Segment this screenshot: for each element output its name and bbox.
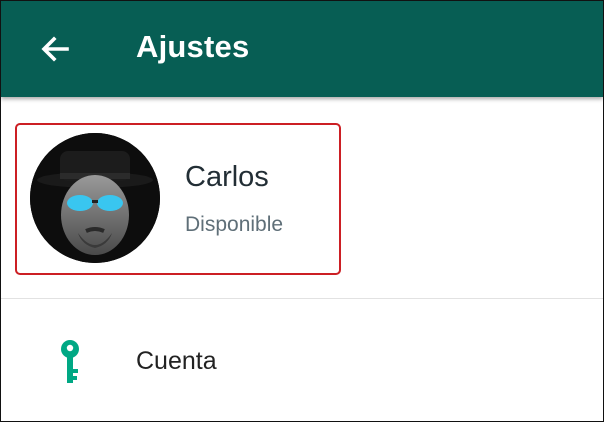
arrow-left-icon xyxy=(41,36,69,62)
profile-name: Carlos xyxy=(185,161,269,193)
page-title: Ajustes xyxy=(136,29,250,64)
settings-item-account[interactable]: Cuenta xyxy=(1,301,603,421)
avatar[interactable] xyxy=(30,133,160,263)
key-icon xyxy=(61,340,79,383)
settings-item-label: Cuenta xyxy=(136,347,217,375)
divider xyxy=(1,298,603,299)
profile-card[interactable]: Carlos Disponible xyxy=(15,123,341,275)
avatar-image xyxy=(30,133,160,263)
settings-screen: Ajustes Carlos Disponible Cuenta xyxy=(0,0,604,422)
back-button[interactable] xyxy=(33,27,77,71)
profile-status: Disponible xyxy=(185,213,284,236)
app-bar: Ajustes xyxy=(1,1,603,97)
